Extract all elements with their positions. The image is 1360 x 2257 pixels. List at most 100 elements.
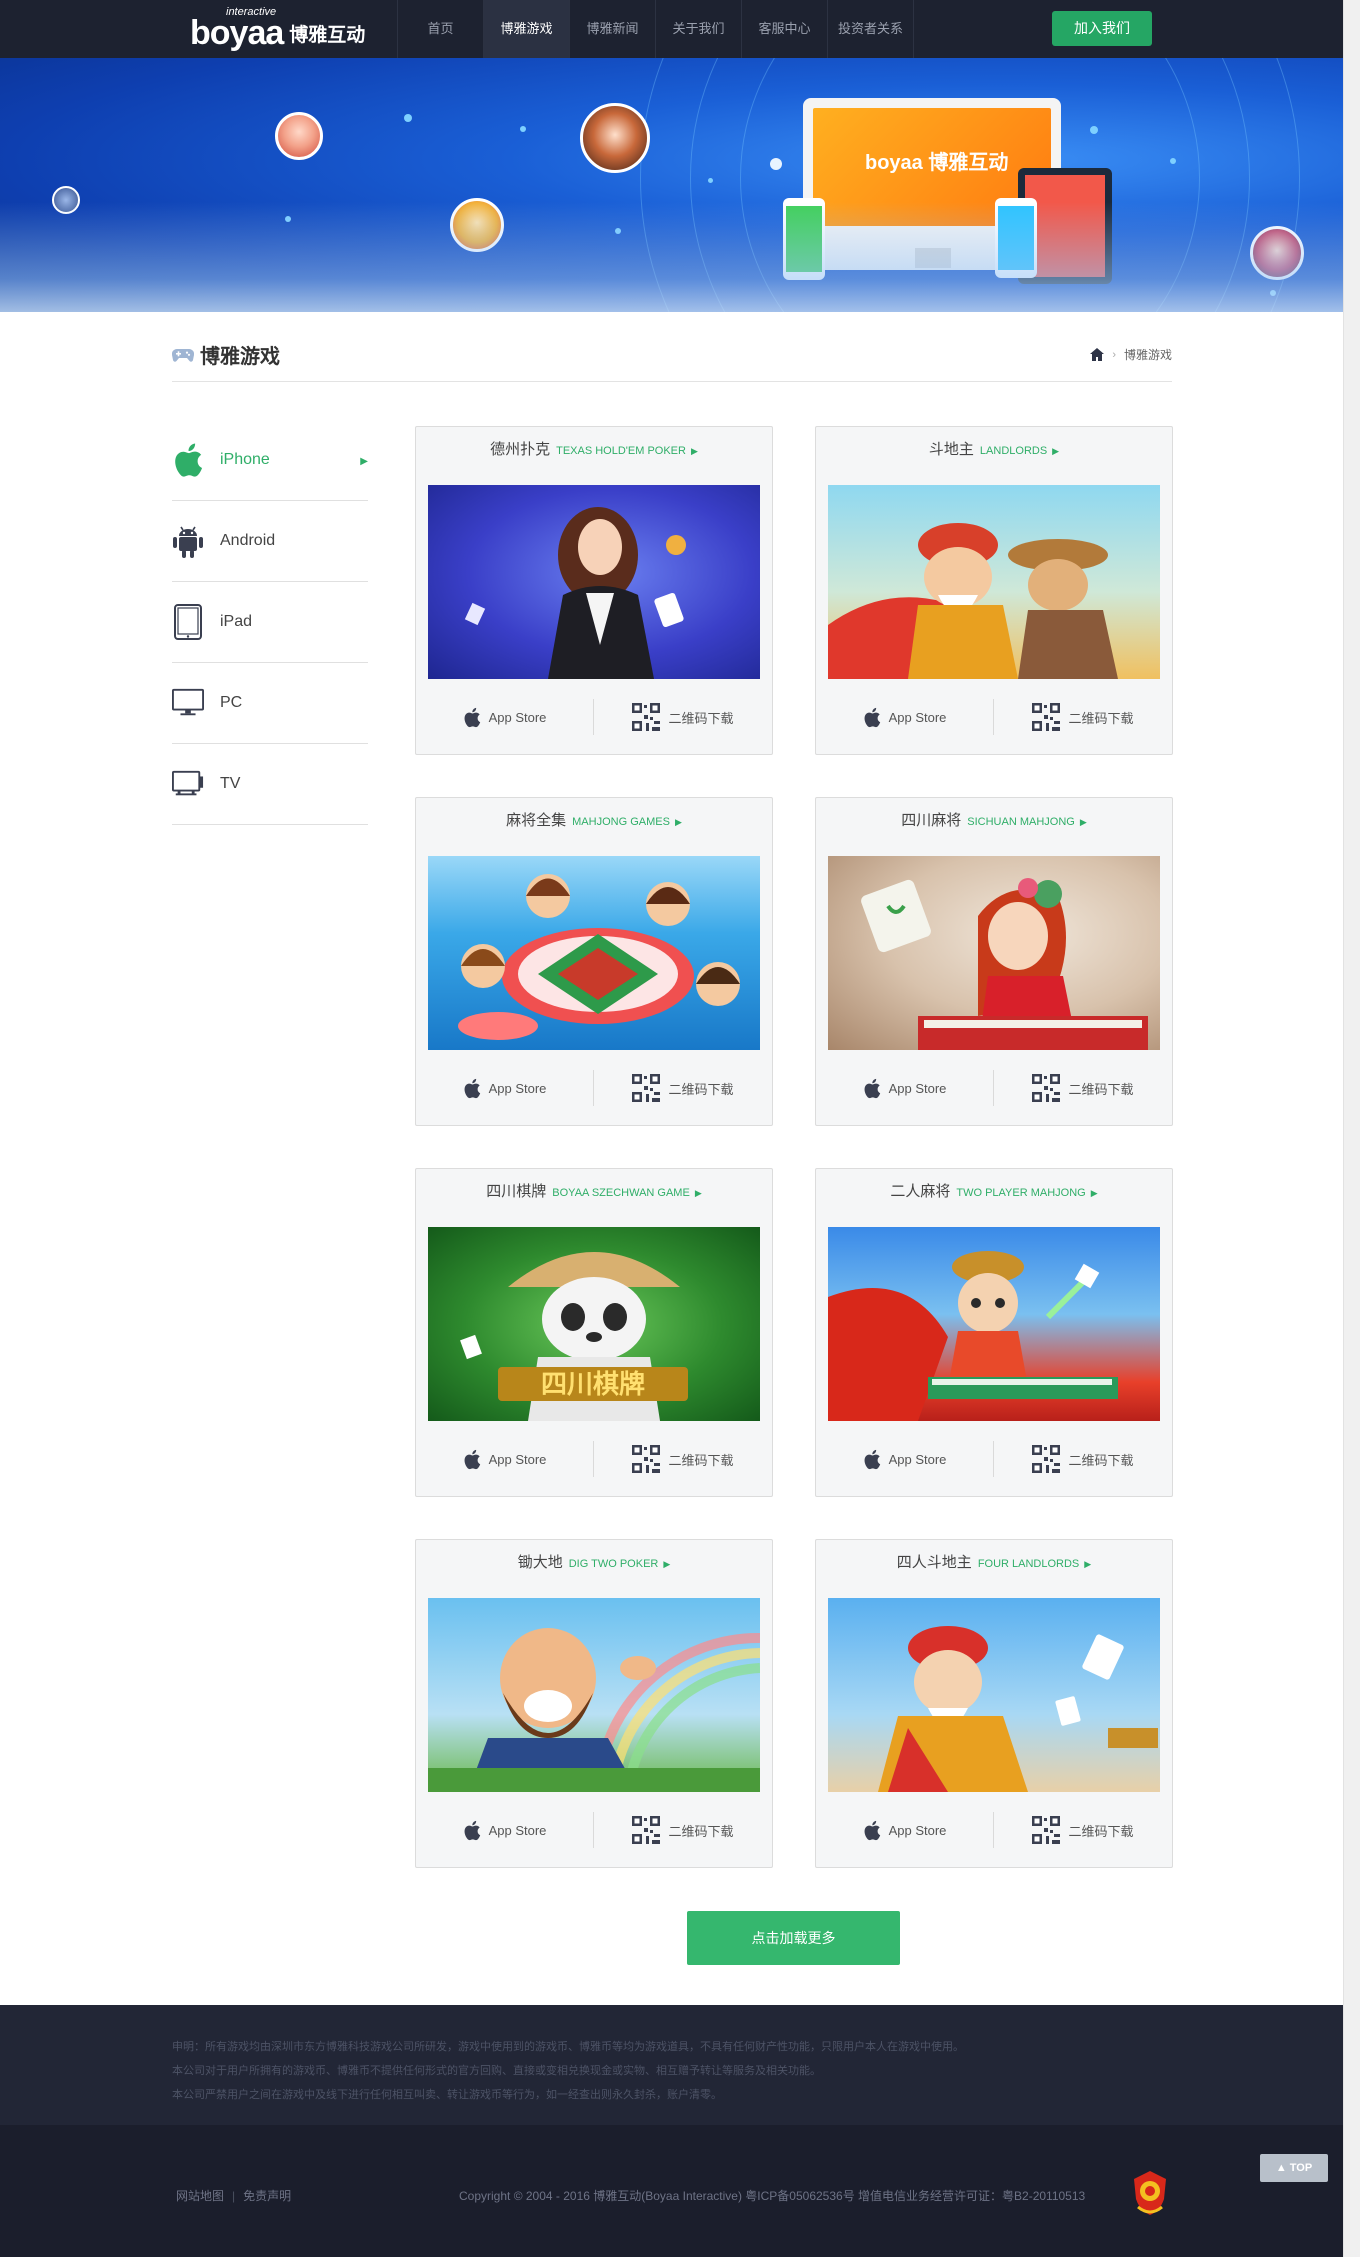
app-store-label: App Store [488, 1822, 547, 1838]
qr-download-link[interactable]: 二维码下载 [994, 1074, 1172, 1102]
qr-download-label: 二维码下载 [1068, 1452, 1134, 1468]
apple-icon [864, 1820, 880, 1840]
download-links: App Store 二维码下载 [816, 1068, 1172, 1108]
logo-chinese-name: 博雅互动 [289, 25, 366, 46]
qr-download-label: 二维码下载 [1068, 1081, 1134, 1097]
sidebar-item-label: iPad [220, 613, 253, 630]
page-title: 博雅游戏 [172, 340, 280, 369]
caret-right-icon: ▶ [663, 1559, 671, 1569]
game-name-en: FOUR LANDLORDS [977, 1558, 1080, 1570]
download-links: App Store 二维码下载 [416, 1439, 772, 1479]
load-more-button[interactable]: 点击加载更多 [687, 1911, 900, 1965]
caret-right-icon: ▶ [694, 1188, 702, 1198]
game-card: 麻将全集 MAHJONG GAMES ▶ App Store 二维码下载 [415, 797, 773, 1126]
game-card: 二人麻将 TWO PLAYER MAHJONG ▶ App Store 二维码下载 [815, 1168, 1173, 1497]
game-card: 四人斗地主 FOUR LANDLORDS ▶ App Store 二维码下载 [815, 1539, 1173, 1868]
qr-download-link[interactable]: 二维码下载 [994, 1445, 1172, 1473]
nav-service[interactable]: 客服中心 [742, 0, 828, 58]
sidebar-item-tv[interactable]: TV [172, 744, 368, 825]
chevron-right-icon: › [1112, 348, 1116, 361]
game-title[interactable]: 斗地主 LANDLORDS ▶ [816, 427, 1172, 485]
qr-code-icon [632, 1445, 661, 1473]
game-artwork[interactable] [828, 1598, 1160, 1792]
sidebar-item-ipad[interactable]: iPad [172, 582, 368, 663]
legal-notice: 申明：所有游戏均由深圳市东方博雅科技游戏公司所研发，游戏中使用到的游戏币、博雅币… [0, 2005, 1343, 2125]
app-store-label: App Store [488, 1080, 547, 1096]
game-title[interactable]: 麻将全集 MAHJONG GAMES ▶ [416, 798, 772, 856]
game-name-cn: 麻将全集 [506, 812, 567, 829]
app-store-link[interactable]: App Store [816, 699, 994, 735]
nav-about[interactable]: 关于我们 [656, 0, 742, 58]
sitemap-link[interactable]: 网站地图 [176, 2189, 224, 2203]
notice-line: 申明：所有游戏均由深圳市东方博雅科技游戏公司所研发，游戏中使用到的游戏币、博雅币… [172, 2041, 964, 2053]
game-title[interactable]: 二人麻将 TWO PLAYER MAHJONG ▶ [816, 1169, 1172, 1227]
home-icon[interactable] [1090, 348, 1105, 361]
qr-code-icon [1032, 1074, 1061, 1102]
sidebar-item-label: TV [220, 775, 241, 792]
qr-download-link[interactable]: 二维码下载 [994, 703, 1172, 731]
nav-news[interactable]: 博雅新闻 [570, 0, 656, 58]
game-artwork[interactable]: 四川棋牌 [428, 1227, 760, 1421]
caret-right-icon: ▶ [1052, 446, 1060, 456]
game-title[interactable]: 四川棋牌 BOYAA SZECHWAN GAME ▶ [416, 1169, 772, 1227]
scrollbar[interactable] [1343, 0, 1360, 2257]
nav-investor[interactable]: 投资者关系 [828, 0, 914, 58]
sidebar-item-android[interactable]: Android [172, 501, 368, 582]
caret-right-icon: ▶ [360, 456, 368, 467]
qr-code-icon [632, 703, 661, 731]
qr-code-icon [1032, 703, 1061, 731]
nav-games[interactable]: 博雅游戏 [484, 0, 570, 58]
disclaimer-link[interactable]: 免责声明 [243, 2189, 291, 2203]
game-title[interactable]: 锄大地 DIG TWO POKER ▶ [416, 1540, 772, 1598]
hero-banner: boyaa 博雅互动 [0, 58, 1343, 312]
sidebar-item-label: Android [220, 532, 276, 549]
app-store-label: App Store [888, 709, 947, 725]
police-badge-icon[interactable] [1130, 2169, 1170, 2217]
caret-right-icon: ▶ [1079, 817, 1087, 827]
game-artwork[interactable] [828, 485, 1160, 679]
nav-home[interactable]: 首页 [398, 0, 484, 58]
app-store-link[interactable]: App Store [816, 1070, 994, 1106]
join-us-button[interactable]: 加入我们 [1052, 11, 1152, 46]
app-store-link[interactable]: App Store [416, 699, 594, 735]
qr-download-link[interactable]: 二维码下载 [594, 1074, 772, 1102]
game-card: 锄大地 DIG TWO POKER ▶ App Store 二维码下载 [415, 1539, 773, 1868]
qr-download-link[interactable]: 二维码下载 [594, 1816, 772, 1844]
qr-download-link[interactable]: 二维码下载 [594, 703, 772, 731]
app-store-label: App Store [888, 1451, 947, 1467]
qr-download-label: 二维码下载 [1068, 1823, 1134, 1839]
android-icon [172, 522, 204, 560]
banner-star [520, 126, 526, 132]
qr-download-link[interactable]: 二维码下载 [594, 1445, 772, 1473]
caret-right-icon: ▶ [1090, 1188, 1098, 1198]
app-store-link[interactable]: App Store [416, 1812, 594, 1848]
qr-download-label: 二维码下载 [1068, 710, 1134, 726]
game-title[interactable]: 德州扑克 TEXAS HOLD'EM POKER ▶ [416, 427, 772, 485]
app-store-link[interactable]: App Store [416, 1441, 594, 1477]
game-artwork[interactable] [428, 485, 760, 679]
page-title-text: 博雅游戏 [200, 346, 280, 368]
app-store-label: App Store [488, 1451, 547, 1467]
game-title[interactable]: 四人斗地主 FOUR LANDLORDS ▶ [816, 1540, 1172, 1598]
sidebar-item-iphone[interactable]: iPhone ▶ [172, 420, 368, 501]
boyaa-logo[interactable]: interactive boyaa 博雅互动 [190, 6, 366, 50]
app-store-link[interactable]: App Store [816, 1812, 994, 1848]
sidebar-item-pc[interactable]: PC [172, 663, 368, 744]
game-artwork[interactable] [428, 856, 760, 1050]
download-links: App Store 二维码下载 [816, 1810, 1172, 1850]
copyright-text: Copyright © 2004 - 2016 博雅互动(Boyaa Inter… [459, 2189, 1086, 2203]
qr-download-link[interactable]: 二维码下载 [994, 1816, 1172, 1844]
apple-icon [464, 1078, 480, 1098]
game-title[interactable]: 四川麻将 SICHUAN MAHJONG ▶ [816, 798, 1172, 856]
game-name-cn: 斗地主 [928, 441, 974, 458]
sidebar-item-label: PC [220, 694, 243, 711]
game-artwork[interactable] [828, 1227, 1160, 1421]
back-to-top-button[interactable]: ▲ TOP [1260, 2154, 1328, 2182]
apple-icon [864, 1449, 880, 1469]
banner-star [770, 158, 782, 170]
game-artwork[interactable] [828, 856, 1160, 1050]
app-store-link[interactable]: App Store [416, 1070, 594, 1106]
game-artwork[interactable] [428, 1598, 760, 1792]
qr-download-label: 二维码下载 [668, 710, 734, 726]
app-store-link[interactable]: App Store [816, 1441, 994, 1477]
